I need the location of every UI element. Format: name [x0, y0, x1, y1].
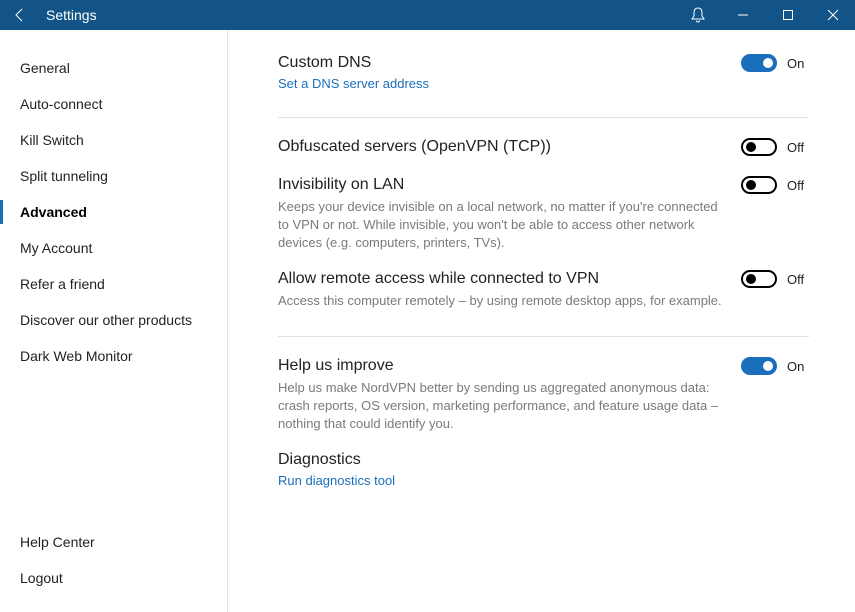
obfuscated-toggle[interactable]	[741, 138, 777, 156]
sidebar-item-general[interactable]: General	[0, 50, 227, 86]
titlebar: Settings	[0, 0, 855, 30]
maximize-button[interactable]	[765, 0, 810, 30]
custom-dns-title: Custom DNS	[278, 52, 727, 74]
improve-desc: Help us make NordVPN better by sending u…	[278, 379, 727, 433]
divider	[278, 336, 809, 337]
minimize-button[interactable]	[720, 0, 765, 30]
sidebar-item-auto-connect[interactable]: Auto-connect	[0, 86, 227, 122]
sidebar-item-help-center[interactable]: Help Center	[0, 524, 227, 560]
sidebar-item-dark-web-monitor[interactable]: Dark Web Monitor	[0, 338, 227, 374]
sidebar-item-split-tunneling[interactable]: Split tunneling	[0, 158, 227, 194]
back-button[interactable]	[0, 0, 40, 30]
sidebar: General Auto-connect Kill Switch Split t…	[0, 30, 228, 612]
sidebar-item-kill-switch[interactable]: Kill Switch	[0, 122, 227, 158]
obfuscated-title: Obfuscated servers (OpenVPN (TCP))	[278, 136, 727, 158]
divider	[278, 117, 809, 118]
diagnostics-title: Diagnostics	[278, 449, 809, 471]
improve-toggle[interactable]	[741, 357, 777, 375]
close-button[interactable]	[810, 0, 855, 30]
sidebar-item-logout[interactable]: Logout	[0, 560, 227, 596]
lan-toggle[interactable]	[741, 176, 777, 194]
set-dns-link[interactable]: Set a DNS server address	[278, 76, 727, 91]
lan-desc: Keeps your device invisible on a local n…	[278, 198, 727, 252]
run-diagnostics-link[interactable]: Run diagnostics tool	[278, 473, 809, 488]
sidebar-item-my-account[interactable]: My Account	[0, 230, 227, 266]
obfuscated-state: Off	[787, 140, 809, 155]
custom-dns-state: On	[787, 56, 809, 71]
lan-state: Off	[787, 178, 809, 193]
lan-title: Invisibility on LAN	[278, 174, 727, 196]
sidebar-item-discover-products[interactable]: Discover our other products	[0, 302, 227, 338]
improve-title: Help us improve	[278, 355, 727, 377]
sidebar-item-refer-a-friend[interactable]: Refer a friend	[0, 266, 227, 302]
content-area: Custom DNS Set a DNS server address On O…	[228, 30, 855, 612]
notifications-icon[interactable]	[675, 0, 720, 30]
custom-dns-toggle[interactable]	[741, 54, 777, 72]
remote-state: Off	[787, 272, 809, 287]
remote-desc: Access this computer remotely – by using…	[278, 292, 727, 310]
remote-toggle[interactable]	[741, 270, 777, 288]
remote-title: Allow remote access while connected to V…	[278, 268, 727, 290]
window-title: Settings	[46, 7, 97, 23]
sidebar-item-advanced[interactable]: Advanced	[0, 194, 227, 230]
improve-state: On	[787, 359, 809, 374]
